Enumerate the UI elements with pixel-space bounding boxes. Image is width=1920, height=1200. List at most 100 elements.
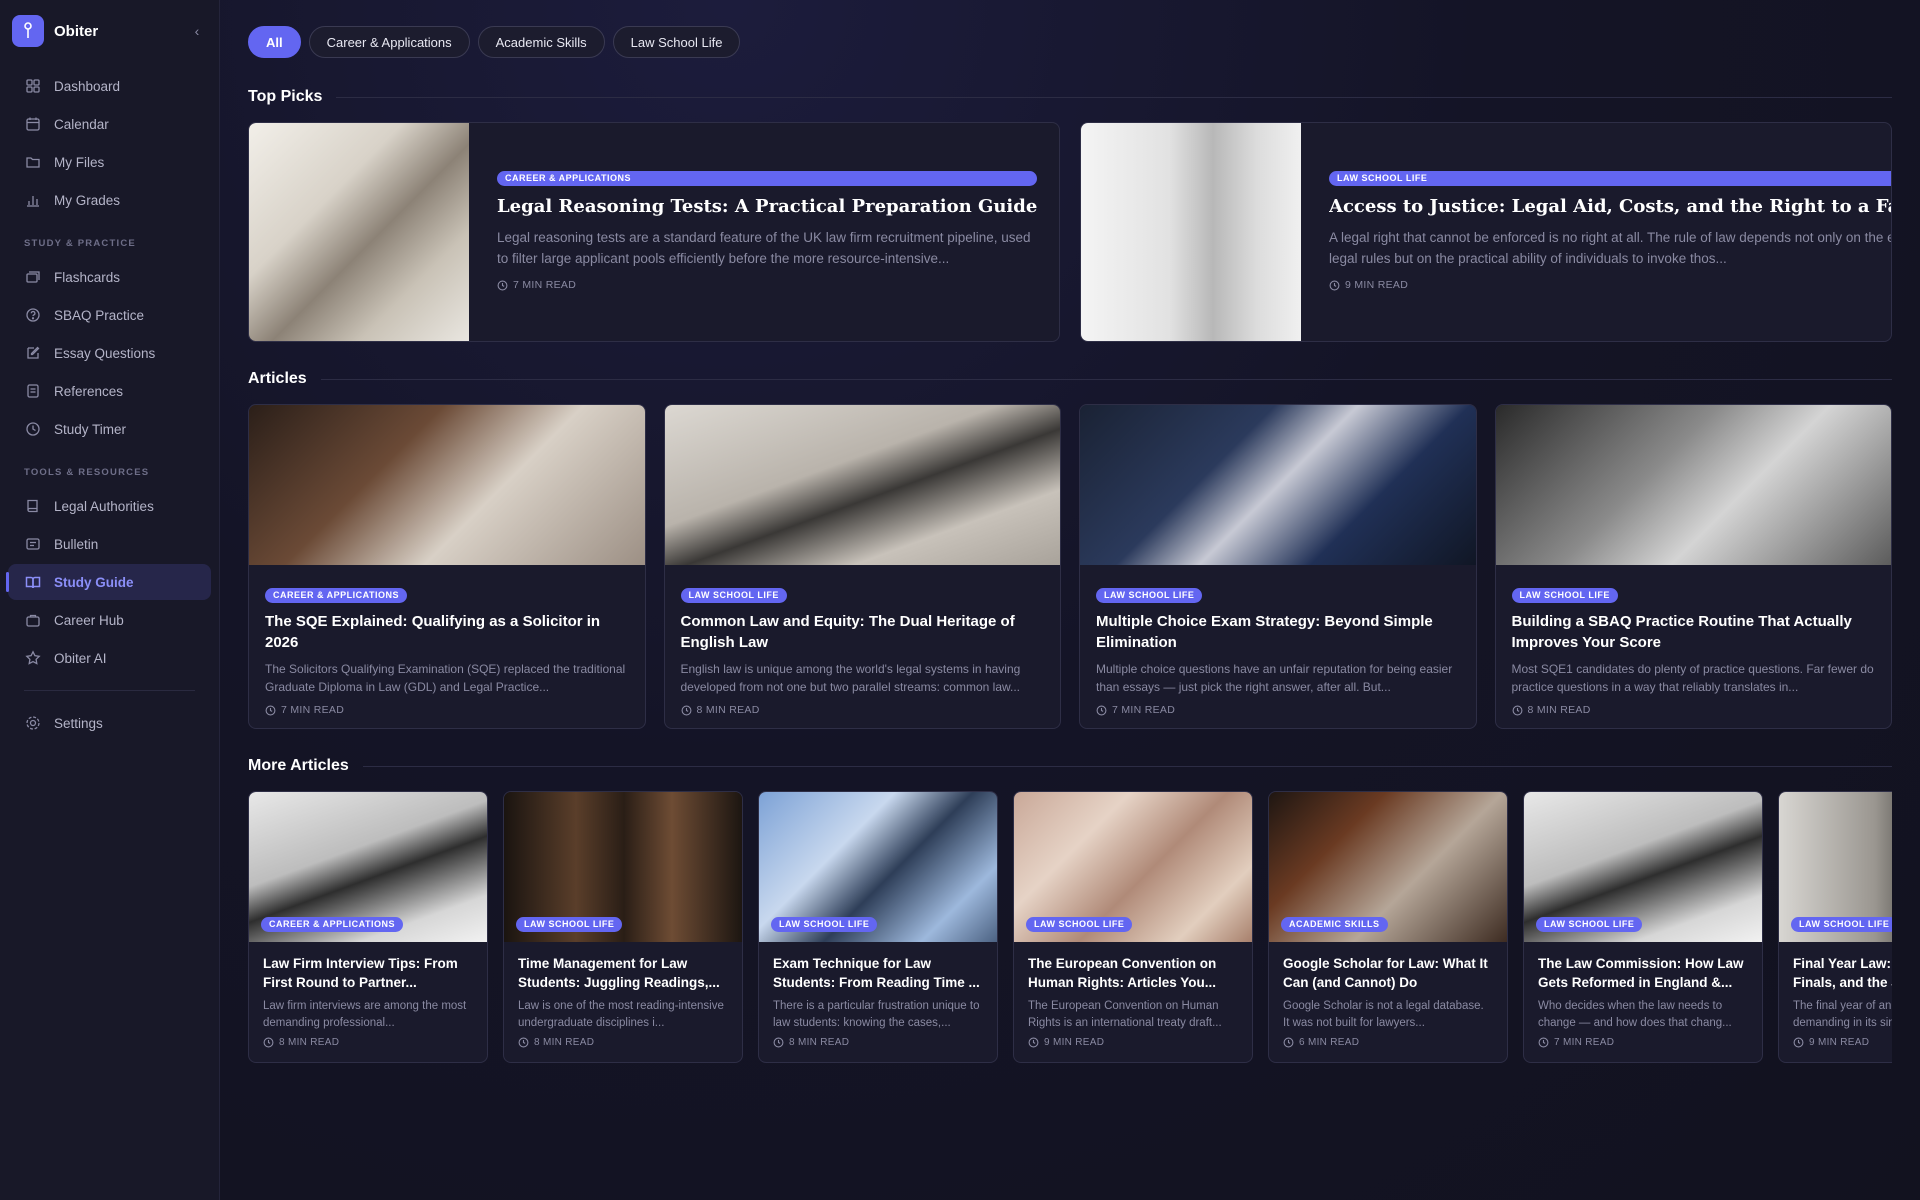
- card-body: The European Convention on Human Rights:…: [1014, 942, 1252, 1048]
- clock-icon: [265, 705, 276, 716]
- article-title: Building a SBAQ Practice Routine That Ac…: [1511, 613, 1852, 651]
- read-time: 9 MIN READ: [1329, 279, 1891, 291]
- article-title: Legal Reasoning Tests: A Practical Prepa…: [497, 196, 1038, 217]
- article-thumbnail: CAREER & APPLICATIONS: [249, 792, 487, 942]
- article-card[interactable]: CAREER & APPLICATIONS The SQE Explained: …: [248, 404, 646, 729]
- read-time: 9 MIN READ: [1028, 1037, 1238, 1048]
- article-thumbnail: LAW SCHOOL LIFE: [759, 792, 997, 942]
- sidebar-item-sbaq-practice[interactable]: SBAQ Practice: [8, 297, 211, 333]
- section-divider: [336, 96, 1892, 98]
- article-excerpt: The European Convention on Human Rights …: [1028, 1000, 1222, 1029]
- calendar-icon: [24, 115, 42, 133]
- read-time: 8 MIN READ: [681, 704, 1045, 716]
- article-title: The SQE Explained: Qualifying as a Solic…: [265, 613, 601, 651]
- sidebar-item-study-guide[interactable]: Study Guide: [6, 564, 211, 600]
- more-article-card[interactable]: LAW SCHOOL LIFE The Law Commission: How L…: [1523, 791, 1763, 1063]
- category-tag: LAW SCHOOL LIFE: [1026, 917, 1133, 932]
- category-tag: LAW SCHOOL LIFE: [1096, 588, 1203, 603]
- section-tools-resources: TOOLS & RESOURCES: [24, 467, 150, 478]
- filter-chip-career-applications[interactable]: Career & Applications: [308, 26, 470, 58]
- sidebar-item-dashboard[interactable]: Dashboard: [8, 68, 211, 104]
- card-body: LAW SCHOOL LIFE Multiple Choice Exam Stra…: [1080, 565, 1476, 716]
- more-article-card[interactable]: LAW SCHOOL LIFE The European Convention o…: [1013, 791, 1253, 1063]
- sidebar-item-flashcards[interactable]: Flashcards: [8, 259, 211, 295]
- top-pick-card[interactable]: LAW SCHOOL LIFE Access to Justice: Legal …: [1080, 122, 1892, 342]
- section-title: Top Picks: [248, 88, 323, 105]
- read-time-label: 8 MIN READ: [279, 1037, 340, 1048]
- more-articles-header: More Articles: [248, 757, 1892, 775]
- category-tag: LAW SCHOOL LIFE: [1511, 588, 1618, 603]
- filter-chip-all[interactable]: All: [248, 26, 301, 58]
- article-thumbnail: LAW SCHOOL LIFE: [1524, 792, 1762, 942]
- article-thumbnail: [1495, 405, 1892, 565]
- cards-icon: [24, 268, 42, 286]
- sidebar-item-label: My Files: [54, 154, 105, 170]
- read-time: 7 MIN READ: [1096, 704, 1460, 716]
- card-body: Final Year Law: Dissertation, Finals, an…: [1779, 942, 1892, 1048]
- sidebar-item-my-files[interactable]: My Files: [8, 144, 211, 180]
- more-article-card[interactable]: LAW SCHOOL LIFE Final Year Law: Dissertat…: [1778, 791, 1892, 1063]
- article-excerpt: The final year of an LLB is the most dem…: [1793, 1000, 1892, 1029]
- brand-header: Obiter ‹: [0, 0, 219, 62]
- more-article-card[interactable]: CAREER & APPLICATIONS Law Firm Interview …: [248, 791, 488, 1063]
- article-card[interactable]: LAW SCHOOL LIFE Multiple Choice Exam Stra…: [1079, 404, 1477, 729]
- category-tag: LAW SCHOOL LIFE: [1791, 917, 1892, 932]
- sidebar-item-label: Obiter AI: [54, 650, 107, 666]
- sidebar-item-label: Study Guide: [54, 574, 134, 590]
- collapse-sidebar-icon[interactable]: ‹: [187, 23, 207, 39]
- sidebar-item-study-timer[interactable]: Study Timer: [8, 411, 211, 447]
- sidebar-item-essay-questions[interactable]: Essay Questions: [8, 335, 211, 371]
- bar-chart-icon: [24, 191, 42, 209]
- sidebar: Obiter ‹ Dashboard Calendar My Files My Gra…: [0, 0, 220, 1200]
- card-body: Time Management for Law Students: Juggli…: [504, 942, 742, 1048]
- article-excerpt: Most SQE1 candidates do plenty of practi…: [1511, 662, 1874, 694]
- more-articles-carousel[interactable]: CAREER & APPLICATIONS Law Firm Interview …: [248, 791, 1892, 1063]
- clock-icon: [681, 705, 692, 716]
- clock-icon: [263, 1037, 274, 1048]
- article-title: Law Firm Interview Tips: From First Roun…: [263, 956, 458, 990]
- sidebar-item-label: SBAQ Practice: [54, 307, 145, 323]
- more-article-card[interactable]: LAW SCHOOL LIFE Time Management for Law S…: [503, 791, 743, 1063]
- category-tag: ACADEMIC SKILLS: [1281, 917, 1388, 932]
- clock-icon: [1096, 705, 1107, 716]
- read-time: 7 MIN READ: [265, 704, 629, 716]
- article-title: Multiple Choice Exam Strategy: Beyond Si…: [1096, 613, 1433, 651]
- sidebar-nav: Dashboard Calendar My Files My Grades STUDY…: [0, 62, 219, 747]
- article-excerpt: Legal reasoning tests are a standard fea…: [497, 230, 1031, 266]
- card-body: LAW SCHOOL LIFE Building a SBAQ Practice …: [1496, 565, 1892, 716]
- sidebar-item-bulletin[interactable]: Bulletin: [8, 526, 211, 562]
- more-article-card[interactable]: ACADEMIC SKILLS Google Scholar for Law: W…: [1268, 791, 1508, 1063]
- article-card[interactable]: LAW SCHOOL LIFE Common Law and Equity: Th…: [663, 404, 1061, 729]
- articles-header: Articles: [248, 370, 1892, 388]
- sidebar-item-obiter-ai[interactable]: Obiter AI: [8, 640, 211, 676]
- sidebar-item-career-hub[interactable]: Career Hub: [8, 602, 211, 638]
- sidebar-item-settings[interactable]: Settings: [8, 705, 211, 741]
- read-time: 6 MIN READ: [1283, 1037, 1493, 1048]
- article-excerpt: Law firm interviews are among the most d…: [263, 1000, 467, 1029]
- read-time-label: 7 MIN READ: [513, 279, 577, 291]
- article-thumbnail: [1081, 123, 1301, 341]
- sidebar-item-references[interactable]: References: [8, 373, 211, 409]
- sidebar-item-label: Settings: [54, 715, 103, 731]
- obiter-logo-icon[interactable]: [12, 15, 44, 47]
- sidebar-item-calendar[interactable]: Calendar: [8, 106, 211, 142]
- more-article-card[interactable]: LAW SCHOOL LIFE Exam Technique for Law St…: [758, 791, 998, 1063]
- article-title: Final Year Law: Dissertation, Finals, an…: [1793, 956, 1892, 990]
- read-time-label: 8 MIN READ: [789, 1037, 850, 1048]
- sidebar-item-label: My Grades: [54, 192, 121, 208]
- card-body: CAREER & APPLICATIONS Legal Reasoning Tes…: [469, 123, 1059, 341]
- top-pick-card[interactable]: CAREER & APPLICATIONS Legal Reasoning Tes…: [248, 122, 1060, 342]
- gear-icon: [24, 714, 42, 732]
- briefcase-icon: [24, 611, 42, 629]
- sidebar-item-label: Legal Authorities: [54, 498, 154, 514]
- read-time-label: 8 MIN READ: [696, 704, 760, 716]
- sidebar-item-my-grades[interactable]: My Grades: [8, 182, 211, 218]
- filter-chip-law-school-life[interactable]: Law School Life: [612, 26, 741, 58]
- read-time-label: 7 MIN READ: [281, 704, 345, 716]
- article-excerpt: The Solicitors Qualifying Examination (S…: [265, 662, 626, 694]
- sidebar-item-legal-authorities[interactable]: Legal Authorities: [8, 488, 211, 524]
- filter-chip-academic-skills[interactable]: Academic Skills: [477, 26, 605, 58]
- read-time-label: 8 MIN READ: [534, 1037, 595, 1048]
- article-card[interactable]: LAW SCHOOL LIFE Building a SBAQ Practice …: [1494, 404, 1892, 729]
- read-time-label: 9 MIN READ: [1345, 279, 1409, 291]
